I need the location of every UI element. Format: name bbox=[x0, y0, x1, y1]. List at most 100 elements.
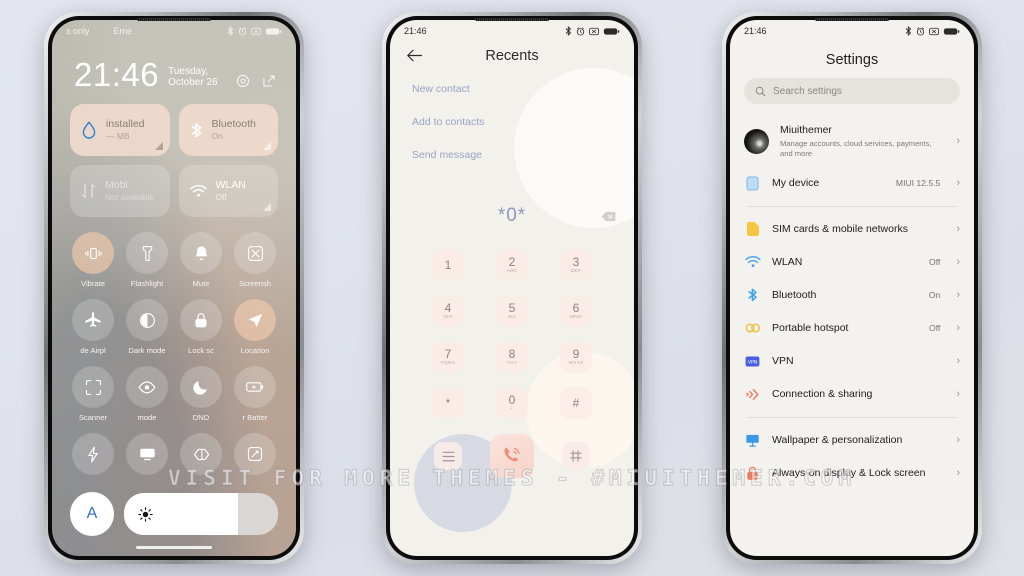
settings-row-hotspot[interactable]: Portable hotspot Off › bbox=[730, 312, 974, 345]
chevron-right-icon: › bbox=[956, 289, 960, 302]
qs-reading-mode[interactable]: mode bbox=[122, 366, 172, 422]
auto-brightness-button[interactable]: A bbox=[70, 492, 114, 536]
qs-battery-saver[interactable]: r Batter bbox=[230, 366, 280, 422]
settings-row-connection-sharing[interactable]: Connection & sharing › bbox=[730, 378, 974, 411]
key-5[interactable]: 5 JKL bbox=[496, 295, 528, 327]
qs-quick-charge-button[interactable] bbox=[72, 433, 114, 475]
lockscreen-clock-row: 21:46 Tuesday, October 26 bbox=[52, 42, 296, 91]
dnd-icon bbox=[251, 27, 261, 35]
qs-airplane-button[interactable] bbox=[72, 299, 114, 341]
settings-row-wallpaper[interactable]: Wallpaper & personalization › bbox=[730, 424, 974, 457]
qs-quick-charge[interactable] bbox=[68, 433, 118, 480]
brightness-slider[interactable] bbox=[124, 493, 278, 535]
qs-cast[interactable] bbox=[122, 433, 172, 480]
settings-row-sim-cards[interactable]: SIM cards & mobile networks › bbox=[730, 213, 974, 246]
tile-storage[interactable]: installed — MB bbox=[70, 104, 170, 156]
qs-mute[interactable]: Mute bbox=[176, 232, 226, 288]
dialer-menu-button[interactable] bbox=[434, 442, 462, 470]
menu-item-add-to-contacts[interactable]: Add to contacts bbox=[412, 116, 634, 128]
settings-row-bluetooth[interactable]: Bluetooth On › bbox=[730, 279, 974, 312]
qs-dark-mode-button[interactable] bbox=[126, 299, 168, 341]
qs-nfc[interactable] bbox=[176, 433, 226, 480]
qs-dnd[interactable]: DND bbox=[176, 366, 226, 422]
tile-wlan[interactable]: WLAN Off bbox=[178, 165, 278, 217]
qs-nfc-button[interactable] bbox=[180, 433, 222, 475]
qs-scanner[interactable]: Scanner bbox=[68, 366, 118, 422]
key-letters: GHI bbox=[443, 314, 453, 320]
key-digit: 0 bbox=[508, 393, 516, 408]
tile-bluetooth[interactable]: Bluetooth On bbox=[178, 104, 278, 156]
settings-gear-icon[interactable] bbox=[236, 74, 250, 88]
key-9[interactable]: 9 WXYZ bbox=[560, 341, 592, 373]
expand-corner-icon[interactable] bbox=[154, 142, 163, 150]
qs-lock-screen[interactable]: Lock sc bbox=[176, 299, 226, 355]
key-2[interactable]: 2 ABC bbox=[496, 249, 528, 281]
qs-dark-mode[interactable]: Dark mode bbox=[122, 299, 172, 355]
phone-dialer: 21:46 Recents New contact Add to contact… bbox=[382, 12, 642, 564]
qs-cast-button[interactable] bbox=[126, 433, 168, 475]
key-6[interactable]: 6 MNO bbox=[560, 295, 592, 327]
qs-auto-rotate-button[interactable] bbox=[234, 433, 276, 475]
rotate-icon bbox=[247, 446, 263, 462]
key-hash[interactable]: # bbox=[560, 387, 592, 419]
qs-location-button[interactable] bbox=[234, 299, 276, 341]
search-input[interactable]: Search settings bbox=[744, 78, 960, 104]
menu-item-send-message[interactable]: Send message bbox=[412, 149, 634, 161]
tile-mobile-data[interactable]: Mobi Not available bbox=[70, 165, 170, 217]
tile-mobile-title: Mobi bbox=[105, 179, 128, 192]
key-star[interactable]: * bbox=[432, 387, 464, 419]
key-4[interactable]: 4 GHI bbox=[432, 295, 464, 327]
key-7[interactable]: 7 PQRS bbox=[432, 341, 464, 373]
phone2-bezel: 21:46 Recents New contact Add to contact… bbox=[386, 16, 638, 560]
settings-row-wlan[interactable]: WLAN Off › bbox=[730, 246, 974, 279]
qs-location[interactable]: Location bbox=[230, 299, 280, 355]
row-label: Connection & sharing bbox=[772, 387, 873, 400]
backspace-icon[interactable] bbox=[601, 211, 616, 222]
key-letters: PQRS bbox=[440, 360, 456, 366]
key-0[interactable]: 0 + bbox=[496, 387, 528, 419]
home-indicator bbox=[136, 545, 212, 549]
qs-scanner-button[interactable] bbox=[72, 366, 114, 408]
expand-corner-icon[interactable] bbox=[263, 203, 271, 211]
key-digit: 7 bbox=[444, 347, 452, 362]
qs-airplane[interactable]: de Airpl bbox=[68, 299, 118, 355]
key-3[interactable]: 3 DEF bbox=[560, 249, 592, 281]
tile-bluetooth-title: Bluetooth bbox=[211, 118, 256, 131]
settings-row-my-device[interactable]: My device MIUI 12.5.5 › bbox=[730, 167, 974, 200]
qs-mute-button[interactable] bbox=[180, 232, 222, 274]
row-label: Wallpaper & personalization bbox=[772, 433, 903, 446]
menu-item-new-contact[interactable]: New contact bbox=[412, 83, 634, 95]
qs-flashlight[interactable]: Flashlight bbox=[122, 232, 172, 288]
row-value: On bbox=[928, 290, 941, 301]
qs-screenshot-button[interactable] bbox=[234, 232, 276, 274]
phone-settings: 21:46 Settings Search settings Miuitheme bbox=[722, 12, 982, 564]
settings-row-always-on-display[interactable]: Always-on display & Lock screen › bbox=[730, 457, 974, 490]
qs-row-2: de Airpl Dark mode Lock sc Location bbox=[68, 299, 280, 355]
earpiece-speaker bbox=[137, 18, 211, 21]
clock-date: Tuesday, October 26 bbox=[168, 66, 218, 88]
chevron-right-icon: › bbox=[956, 467, 960, 480]
key-8[interactable]: 8 TUV bbox=[496, 341, 528, 373]
settings-row-account[interactable]: Miuithemer Manage accounts, cloud servic… bbox=[730, 116, 974, 167]
row-label: WLAN bbox=[772, 255, 803, 268]
dialed-number[interactable]: *0* bbox=[498, 205, 526, 227]
qs-lock-button[interactable] bbox=[180, 299, 222, 341]
qs-screenshot[interactable]: Screensh bbox=[230, 232, 280, 288]
back-arrow-icon[interactable] bbox=[406, 48, 423, 63]
qs-reading-mode-button[interactable] bbox=[126, 366, 168, 408]
avatar[interactable] bbox=[744, 128, 769, 154]
qs-auto-rotate[interactable] bbox=[230, 433, 280, 480]
dialer-keypad-toggle[interactable] bbox=[562, 442, 590, 470]
qs-vibrate-button[interactable] bbox=[72, 232, 114, 274]
key-digit: 2 bbox=[508, 255, 516, 270]
call-button[interactable] bbox=[490, 434, 534, 478]
qs-flashlight-button[interactable] bbox=[126, 232, 168, 274]
qs-battery-saver-button[interactable] bbox=[234, 366, 276, 408]
qs-dnd-button[interactable] bbox=[180, 366, 222, 408]
chevron-right-icon: › bbox=[956, 355, 960, 368]
edit-icon[interactable] bbox=[262, 74, 276, 88]
expand-corner-icon[interactable] bbox=[263, 142, 271, 150]
key-1[interactable]: 1 bbox=[432, 249, 464, 281]
qs-vibrate[interactable]: Vibrate bbox=[68, 232, 118, 288]
settings-row-vpn[interactable]: VPN VPN › bbox=[730, 345, 974, 378]
